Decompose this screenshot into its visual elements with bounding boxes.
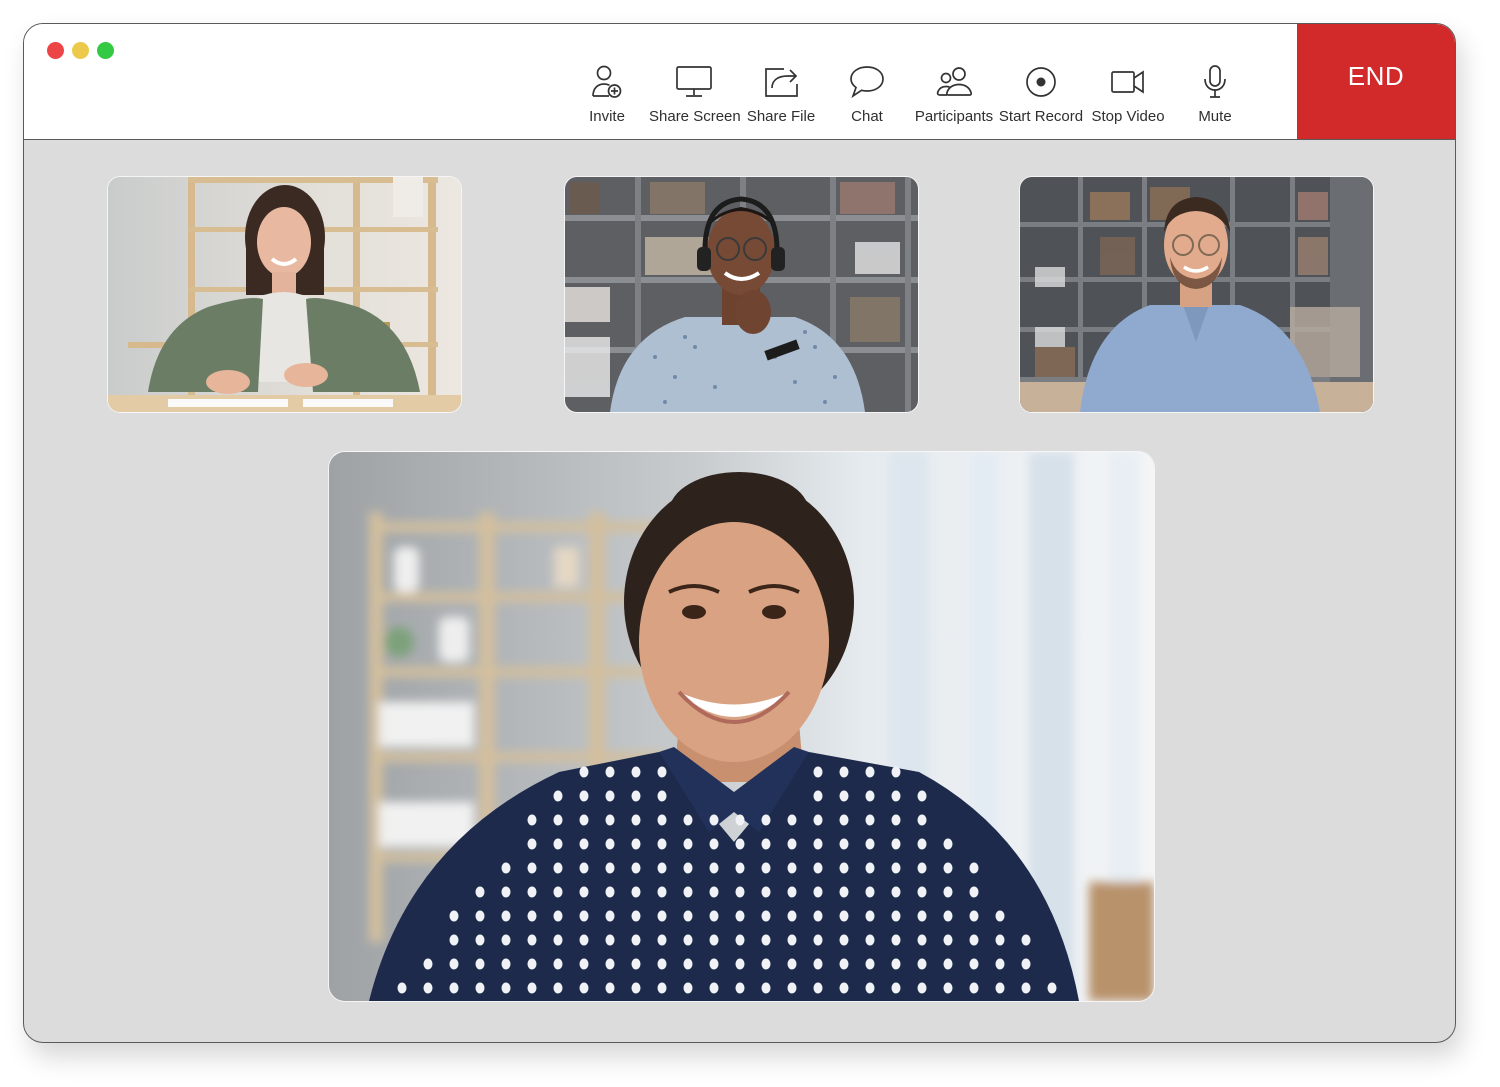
share-file-button[interactable]: Share File xyxy=(736,64,826,125)
mute-label: Mute xyxy=(1198,108,1232,125)
start-record-label: Start Record xyxy=(998,108,1084,125)
users-icon xyxy=(909,64,999,100)
window-controls xyxy=(47,42,114,59)
chat-button[interactable]: Chat xyxy=(822,64,912,125)
share-file-label: Share File xyxy=(746,108,816,125)
video-call-window: Invite Share Screen Share File Chat Part… xyxy=(23,23,1456,1043)
participant-video-tile[interactable] xyxy=(565,177,918,412)
participant-2-video xyxy=(565,177,918,412)
share-screen-label: Share Screen xyxy=(649,108,741,125)
stop-video-label: Stop Video xyxy=(1091,108,1165,125)
active-speaker-video-tile[interactable] xyxy=(329,452,1154,1001)
active-speaker-video xyxy=(329,452,1154,1001)
stop-video-button[interactable]: Stop Video xyxy=(1083,64,1173,125)
microphone-icon xyxy=(1170,64,1260,100)
end-call-button[interactable]: END xyxy=(1297,24,1455,139)
maximize-window-button[interactable] xyxy=(97,42,114,59)
participants-label: Participants xyxy=(914,108,994,125)
share-screen-button[interactable]: Share Screen xyxy=(649,64,741,125)
record-icon xyxy=(996,64,1086,100)
video-camera-icon xyxy=(1083,64,1173,100)
participant-video-tile[interactable] xyxy=(1020,177,1373,412)
user-plus-icon xyxy=(562,64,652,100)
invite-button[interactable]: Invite xyxy=(562,64,652,125)
participant-3-video xyxy=(1020,177,1373,412)
participants-button[interactable]: Participants xyxy=(909,64,999,125)
participant-1-video xyxy=(108,177,461,412)
close-window-button[interactable] xyxy=(47,42,64,59)
speech-bubble-icon xyxy=(822,64,912,100)
title-bar: Invite Share Screen Share File Chat Part… xyxy=(24,24,1455,140)
monitor-icon xyxy=(649,64,739,100)
start-record-button[interactable]: Start Record xyxy=(996,64,1086,125)
invite-label: Invite xyxy=(589,108,625,125)
participant-video-tile[interactable] xyxy=(108,177,461,412)
minimize-window-button[interactable] xyxy=(72,42,89,59)
share-arrow-icon xyxy=(736,64,826,100)
chat-label: Chat xyxy=(851,108,883,125)
mute-button[interactable]: Mute xyxy=(1170,64,1260,125)
